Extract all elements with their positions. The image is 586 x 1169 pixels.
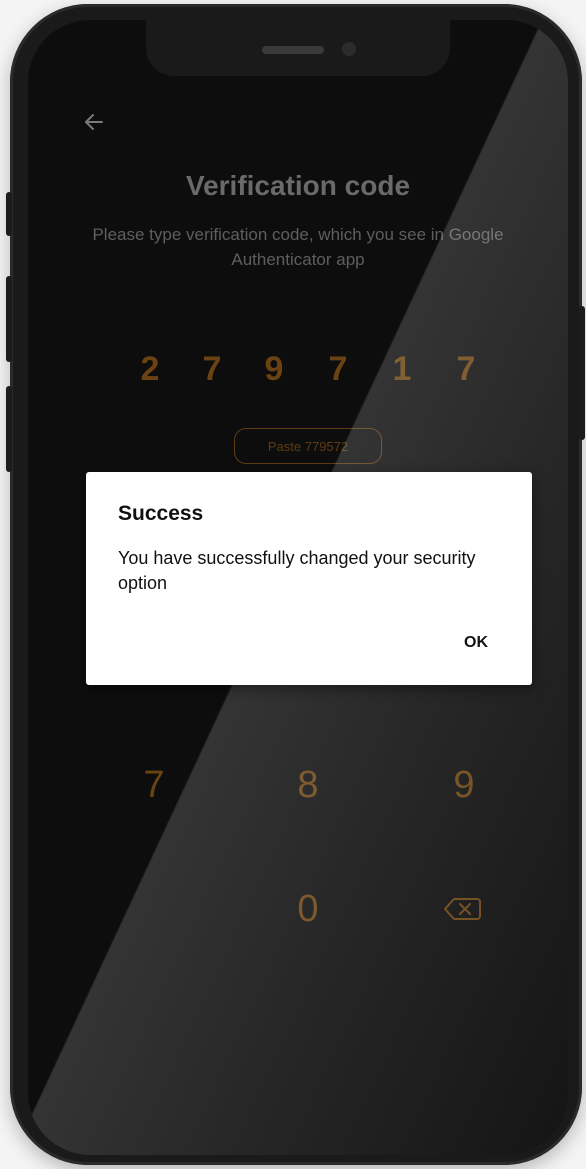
phone-frame: Verification code Please type verificati… [6,4,585,1165]
success-dialog: Success You have successfully changed yo… [86,472,532,685]
keypad-key-9[interactable]: 9 [434,760,494,810]
paste-code-button[interactable]: Paste 779572 [234,428,382,464]
backspace-button[interactable] [440,892,484,926]
keypad-key-7[interactable]: 7 [124,760,184,810]
page-subtitle: Please type verification code, which you… [92,225,504,269]
page-title: Verification code [185,170,411,201]
notch [146,20,450,76]
code-digit-2: 7 [202,350,222,388]
keypad-key-0[interactable]: 0 [278,884,338,934]
dialog-title: Success [118,502,204,525]
arrow-left-icon [85,114,103,130]
code-digit-1: 2 [140,350,160,388]
action-button [6,192,12,236]
backspace-icon [444,898,481,920]
keypad-key-8[interactable]: 8 [278,760,338,810]
code-digit-3: 9 [264,350,284,388]
speaker-grille [262,46,324,54]
code-digit-5: 1 [392,350,412,388]
volume-down-button [6,386,12,472]
app-screen: Verification code Please type verificati… [28,20,568,1155]
front-camera [342,42,356,56]
ok-button[interactable]: OK [464,634,488,652]
dialog-message: You have successfully changed your secur… [118,548,476,593]
volume-up-button [6,276,12,362]
verification-code-display: 2 7 9 7 1 7 [28,350,568,400]
power-button [579,306,585,440]
code-digit-6: 7 [456,350,476,388]
code-digit-4: 7 [328,350,348,388]
back-button[interactable] [80,108,108,136]
